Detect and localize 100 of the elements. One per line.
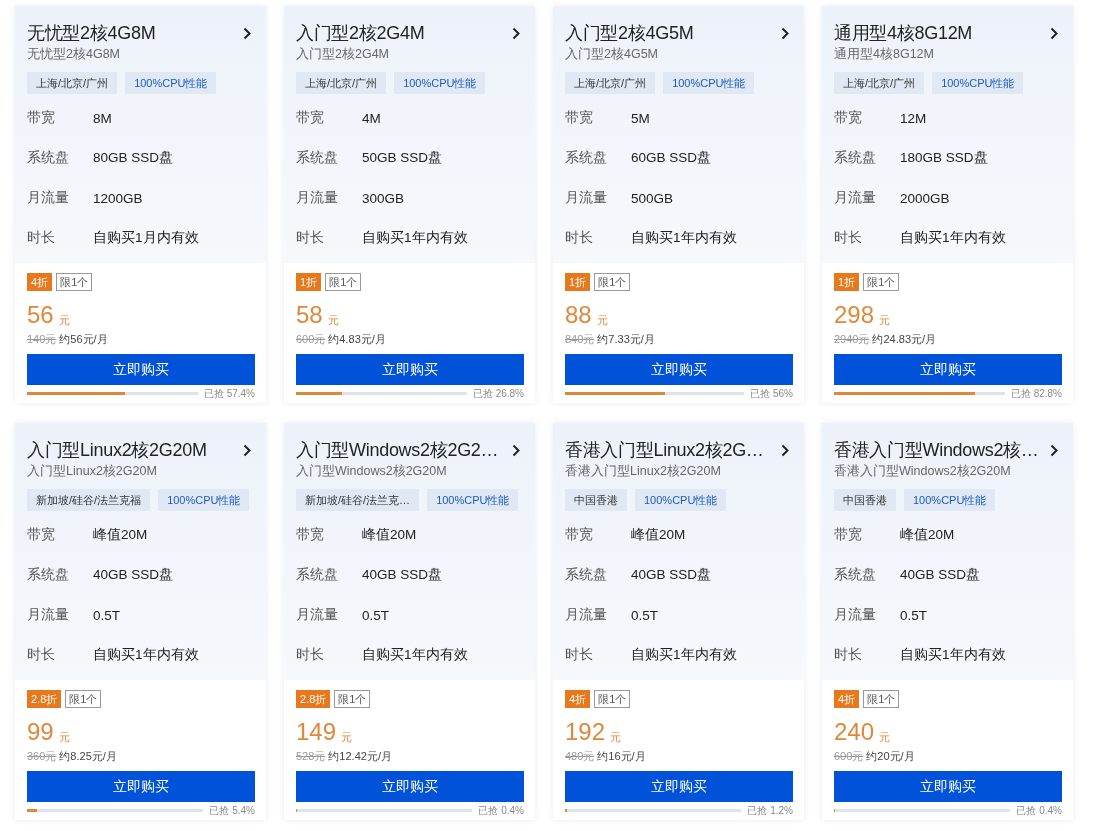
buy-now-button[interactable]: 立即购买	[834, 771, 1062, 802]
price: 192	[565, 718, 606, 746]
product-title: 无忧型2核4G8M	[27, 22, 156, 44]
spec-value: 自购买1年内有效	[362, 229, 468, 247]
monthly-price: 约12.42元/月	[328, 749, 392, 763]
spec-value: 12M	[900, 110, 927, 126]
buy-now-button[interactable]: 立即购买	[565, 354, 793, 385]
sold-reading: 已抢 57.4%	[203, 387, 255, 400]
spec-label: 系统盘	[834, 149, 877, 167]
chevron-right-icon[interactable]	[1050, 26, 1058, 40]
limit-badge: 限1个	[863, 273, 900, 291]
limit-badge: 限1个	[65, 690, 102, 708]
product-subtitle: 香港入门型Windows2核2G20M	[834, 463, 1011, 479]
currency-unit: 元	[58, 730, 70, 745]
spec-value: 0.5T	[362, 607, 389, 623]
limit-badge: 限1个	[594, 273, 631, 291]
spec-label: 带宽	[27, 526, 56, 544]
spec-label: 月流量	[565, 606, 608, 624]
spec-label: 时长	[27, 646, 56, 664]
region-tag: 上海/北京/广州	[296, 72, 387, 94]
spec-label: 系统盘	[565, 149, 608, 167]
chevron-right-icon[interactable]	[781, 26, 789, 40]
spec-value: 峰值20M	[93, 526, 148, 544]
monthly-price: 约20元/月	[866, 749, 915, 763]
spec-value: 0.5T	[900, 607, 927, 623]
spec-value: 300GB	[362, 190, 405, 206]
spec-label: 带宽	[565, 526, 594, 544]
buy-now-button[interactable]: 立即购买	[834, 354, 1062, 385]
price: 88	[565, 301, 592, 329]
sold-reading: 已抢 5.4%	[209, 804, 255, 817]
limit-badge: 限1个	[594, 690, 631, 708]
feature-tag: 100%CPU性能	[663, 72, 755, 94]
spec-label: 系统盘	[296, 566, 339, 584]
product-title: 入门型2核2G4M	[296, 22, 425, 44]
product-title: 通用型4核8G12M	[834, 22, 973, 44]
currency-unit: 元	[879, 313, 891, 328]
product-title: 香港入门型Linux2核2G…	[565, 439, 764, 461]
sold-reading: 已抢 82.8%	[1010, 387, 1062, 400]
currency-unit: 元	[58, 313, 70, 328]
chevron-right-icon[interactable]	[243, 26, 251, 40]
limit-badge: 限1个	[863, 690, 900, 708]
spec-value: 4M	[362, 110, 381, 126]
feature-tag: 100%CPU性能	[904, 489, 996, 511]
spec-value: 60GB SSD盘	[631, 149, 712, 167]
original-price: 840元	[565, 332, 595, 346]
spec-label: 时长	[565, 646, 594, 664]
chevron-right-icon[interactable]	[781, 443, 789, 457]
buy-now-button[interactable]: 立即购买	[27, 771, 255, 802]
spec-label: 月流量	[296, 189, 339, 207]
spec-value: 8M	[93, 110, 112, 126]
original-price: 2940元	[834, 332, 870, 346]
buy-now-button[interactable]: 立即购买	[296, 354, 524, 385]
price: 58	[296, 301, 323, 329]
feature-tag: 100%CPU性能	[125, 72, 217, 94]
spec-label: 时长	[565, 229, 594, 247]
monthly-price: 约4.83元/月	[328, 332, 386, 346]
discount-badge: 1折	[296, 273, 322, 291]
spec-value: 80GB SSD盘	[93, 149, 174, 167]
spec-value: 自购买1年内有效	[93, 646, 199, 664]
buy-now-button[interactable]: 立即购买	[296, 771, 524, 802]
spec-value: 0.5T	[631, 607, 658, 623]
limit-badge: 限1个	[325, 273, 362, 291]
currency-unit: 元	[341, 730, 353, 745]
spec-value: 自购买1月内有效	[93, 229, 199, 247]
chevron-right-icon[interactable]	[1050, 443, 1058, 457]
spec-value: 0.5T	[93, 607, 120, 623]
product-subtitle: 入门型2核4G5M	[565, 46, 658, 62]
spec-value: 5M	[631, 110, 650, 126]
spec-label: 月流量	[27, 189, 70, 207]
price: 240	[834, 718, 875, 746]
spec-value: 1200GB	[93, 190, 143, 206]
chevron-right-icon[interactable]	[243, 443, 251, 457]
spec-label: 时长	[834, 229, 863, 247]
region-tag: 中国香港	[834, 489, 896, 511]
monthly-price: 约8.25元/月	[59, 749, 117, 763]
price: 298	[834, 301, 875, 329]
original-price: 360元	[27, 749, 57, 763]
original-price: 140元	[27, 332, 57, 346]
currency-unit: 元	[879, 730, 891, 745]
buy-now-button[interactable]: 立即购买	[27, 354, 255, 385]
original-price: 528元	[296, 749, 326, 763]
monthly-price: 约24.83元/月	[872, 332, 937, 346]
spec-value: 自购买1年内有效	[362, 646, 468, 664]
product-title: 香港入门型Windows2核…	[834, 439, 1039, 461]
price: 149	[296, 718, 337, 746]
sold-reading: 已抢 26.8%	[472, 387, 524, 400]
spec-label: 系统盘	[27, 566, 70, 584]
chevron-right-icon[interactable]	[512, 443, 520, 457]
spec-label: 系统盘	[565, 566, 608, 584]
region-tag: 中国香港	[565, 489, 627, 511]
chevron-right-icon[interactable]	[512, 26, 520, 40]
region-tag: 新加坡/硅谷/法兰克福	[27, 489, 151, 511]
product-subtitle: 入门型2核2G4M	[296, 46, 389, 62]
sold-reading: 已抢 1.2%	[747, 804, 793, 817]
buy-now-button[interactable]: 立即购买	[565, 771, 793, 802]
spec-label: 系统盘	[296, 149, 339, 167]
original-price: 600元	[834, 749, 864, 763]
original-price: 480元	[565, 749, 595, 763]
spec-value: 500GB	[631, 190, 674, 206]
discount-badge: 2.8折	[296, 690, 331, 708]
